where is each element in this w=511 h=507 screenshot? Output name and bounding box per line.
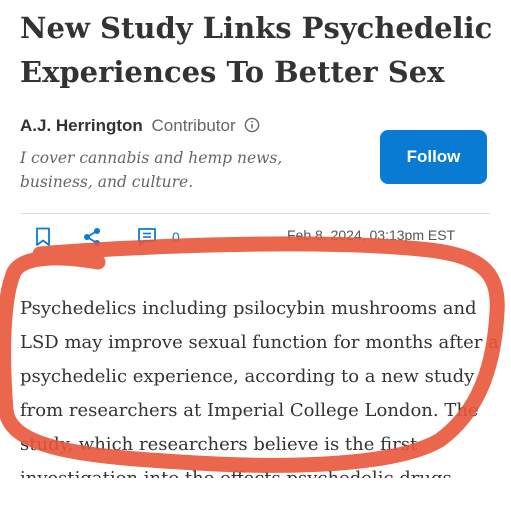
comments-button[interactable]: 0 xyxy=(137,227,180,247)
comment-count: 0 xyxy=(172,229,180,245)
comment-icon xyxy=(138,228,156,246)
info-icon[interactable] xyxy=(244,117,260,138)
divider xyxy=(20,213,490,214)
bookmark-button[interactable] xyxy=(35,227,51,247)
author-name[interactable]: A.J. Herrington xyxy=(20,116,143,135)
share-button[interactable] xyxy=(82,227,102,247)
author-row: A.J. Herrington Contributor xyxy=(20,116,260,138)
share-icon xyxy=(84,228,100,246)
author-bio: I cover cannabis and hemp news, business… xyxy=(20,149,283,191)
viewport-crop xyxy=(0,478,511,507)
article-headline: New Study Links Psychedelic Experiences … xyxy=(20,11,493,89)
author-role: Contributor xyxy=(151,116,236,135)
bookmark-icon xyxy=(36,227,50,246)
publish-date: Feb 8, 2024, 03:13pm EST xyxy=(287,227,456,243)
article-body: Psychedelics including psilocybin mushro… xyxy=(20,298,499,489)
follow-button[interactable]: Follow xyxy=(380,130,487,184)
